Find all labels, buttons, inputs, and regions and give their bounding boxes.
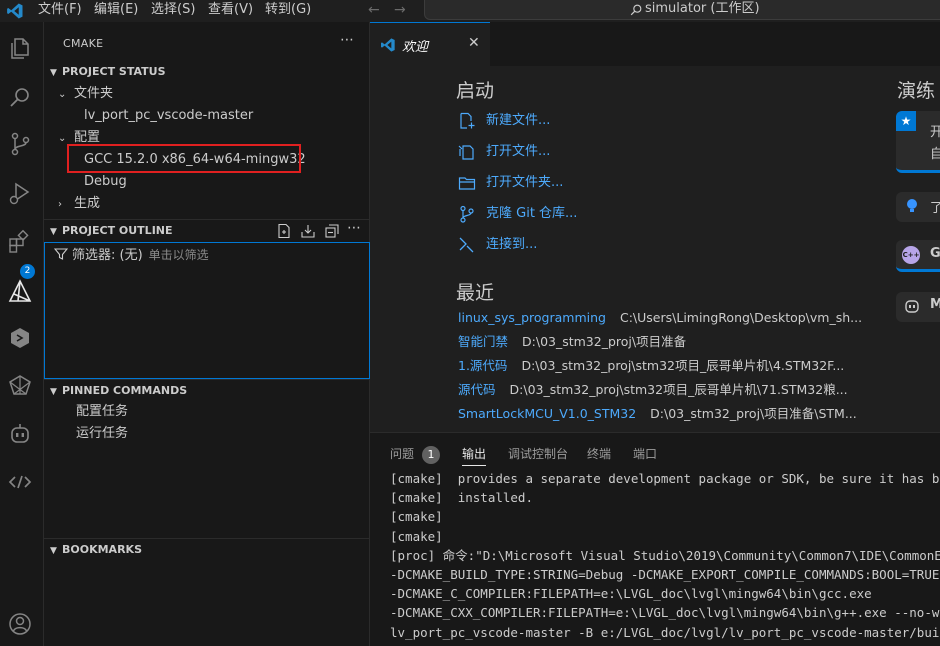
section-project-status[interactable]: ▼ PROJECT STATUS xyxy=(44,61,370,83)
sidebar-title: CMAKE xyxy=(63,37,104,50)
cpp-extension-icon: C++ xyxy=(902,246,920,264)
output-line: [cmake] xyxy=(390,528,443,544)
git-branch-icon xyxy=(460,205,474,223)
welcome-page: 启动 新建文件... 打开文件... 打开文件夹... 克隆 Git 仓库...… xyxy=(370,66,940,432)
problems-count-badge: 1 xyxy=(422,446,441,464)
editor-tab-bar: 欢迎 ✕ xyxy=(370,22,940,66)
search-icon xyxy=(630,4,642,16)
chevron-down-icon: ⌄ xyxy=(58,89,67,100)
output-line: -DCMAKE_BUILD_TYPE:STRING=Debug -DCMAKE_… xyxy=(390,566,940,582)
outline-more-icon[interactable]: ⋯ xyxy=(347,220,361,236)
more-actions-icon[interactable]: ⋯ xyxy=(340,32,354,48)
close-icon[interactable]: ✕ xyxy=(468,35,480,51)
open-file-icon xyxy=(458,145,474,160)
section-project-outline[interactable]: ▼ PROJECT OUTLINE xyxy=(44,220,370,242)
section-pinned-commands[interactable]: ▼ PINNED COMMANDS xyxy=(44,380,370,402)
copilot-robot-icon xyxy=(904,298,920,314)
account-icon[interactable] xyxy=(6,610,34,638)
kit-highlight-annotation xyxy=(67,144,301,173)
title-bar: 文件(F) 编辑(E) 选择(S) 查看(V) 转到(G) ← → simula… xyxy=(0,0,940,22)
start-title: 启动 xyxy=(456,80,495,102)
panel-tab-debug-console[interactable]: 调试控制台 xyxy=(508,445,568,462)
recent-title: 最近 xyxy=(456,282,495,304)
output-line: -DCMAKE_CXX_COMPILER:FILEPATH=e:\LVGL_do… xyxy=(390,605,940,621)
remote-explorer-icon[interactable] xyxy=(6,468,34,496)
pinned-command-run[interactable]: 运行任务 xyxy=(76,423,128,445)
chevron-down-icon: ▼ xyxy=(50,546,57,556)
new-file-icon xyxy=(460,112,475,129)
cmake-icon[interactable] xyxy=(6,277,34,305)
search-activity-icon[interactable] xyxy=(6,84,34,112)
output-line: lv_port_pc_vscode-master -B e:/LVGL_doc/… xyxy=(390,624,940,640)
output-line: [cmake] xyxy=(390,509,443,525)
search-text: simulator (工作区) xyxy=(645,1,760,16)
output-log[interactable]: [cmake] provides a separate development … xyxy=(390,469,940,642)
pinned-command-configure[interactable]: 配置任务 xyxy=(76,401,128,423)
nav-forward-arrow-icon[interactable]: → xyxy=(394,0,406,22)
run-debug-icon[interactable] xyxy=(6,179,34,207)
walkthrough-card-learn[interactable]: 了 xyxy=(896,192,940,222)
panel-tab-terminal[interactable]: 终端 xyxy=(587,445,611,462)
panel-tab-problems[interactable]: 问题 1 xyxy=(390,445,441,464)
command-center-search[interactable]: simulator (工作区) xyxy=(424,0,940,20)
output-line: [cmake] installed. xyxy=(390,490,533,506)
menu-file[interactable]: 文件(F) xyxy=(38,0,82,22)
walkthrough-card-get-started[interactable]: ★ 开 自 xyxy=(896,111,940,173)
copilot-robot-icon[interactable] xyxy=(6,420,34,448)
tab-welcome[interactable]: 欢迎 ✕ xyxy=(370,22,490,66)
star-badge-icon: ★ xyxy=(896,111,916,131)
remote-connect-icon xyxy=(459,237,474,253)
panel-tab-ports[interactable]: 端口 xyxy=(633,445,657,462)
lightbulb-icon xyxy=(906,198,918,214)
nav-back-arrow-icon[interactable]: ← xyxy=(368,0,380,22)
section-bookmarks[interactable]: ▼ BOOKMARKS xyxy=(44,539,370,561)
activity-bar: 2 xyxy=(0,22,44,646)
recent-item[interactable]: linux_sys_programming C:\Users\LimingRong… xyxy=(458,307,862,329)
chevron-down-icon: ▼ xyxy=(50,387,57,397)
explorer-icon[interactable] xyxy=(6,34,34,62)
recent-item[interactable]: 智能门禁 D:\03_stm32_proj\项目准备 xyxy=(458,331,686,353)
output-line: -DCMAKE_C_COMPILER:FILEPATH=e:\LVGL_doc\… xyxy=(390,586,872,602)
recent-item[interactable]: 源代码 D:\03_stm32_proj\stm32项目_辰哥单片机\71.STM… xyxy=(458,379,848,401)
recent-item[interactable]: 1.源代码 D:\03_stm32_proj\stm32项目_辰哥单片机\4.ST… xyxy=(458,355,844,377)
menu-selection[interactable]: 选择(S) xyxy=(151,0,195,22)
walkthrough-card-cpp[interactable]: C++ G xyxy=(896,240,940,272)
chevron-down-icon: ▼ xyxy=(50,68,57,78)
tree-item-folder[interactable]: ⌄ 文件夹 xyxy=(58,83,113,105)
recent-item[interactable]: SmartLockMCU_V1.0_STM32 D:\03_stm32_proj\… xyxy=(458,403,857,425)
tree-item-build-type[interactable]: Debug xyxy=(84,171,127,193)
panel-tab-output[interactable]: 输出 xyxy=(462,445,487,466)
vscode-logo-icon xyxy=(7,3,23,19)
walkthrough-card-copilot[interactable]: M xyxy=(896,292,940,322)
menu-view[interactable]: 查看(V) xyxy=(208,0,253,22)
tree-item-folder-name[interactable]: lv_port_pc_vscode-master xyxy=(84,105,253,127)
cmake-tools-icon[interactable] xyxy=(6,372,34,400)
chevron-right-icon: › xyxy=(58,199,62,210)
filter-icon xyxy=(53,247,69,261)
extensions-icon[interactable] xyxy=(6,228,34,256)
output-panel: 问题 1 输出 调试控制台 终端 端口 [cmake] provides a se… xyxy=(370,432,940,646)
menu-go[interactable]: 转到(G) xyxy=(265,0,311,22)
download-box-icon[interactable] xyxy=(300,223,316,239)
source-control-icon[interactable] xyxy=(6,130,34,158)
output-line: [cmake] provides a separate development … xyxy=(390,471,940,486)
vscode-tab-icon xyxy=(381,38,395,52)
cmake-sidebar: CMAKE ⋯ ▼ PROJECT STATUS ⌄ 文件夹 lv_port_pc_… xyxy=(44,22,370,646)
tree-item-build[interactable]: › 生成 xyxy=(58,193,100,215)
walkthroughs-title: 演练 xyxy=(897,80,936,102)
remote-box-icon[interactable] xyxy=(6,324,34,352)
outline-filter[interactable]: 筛选器: (无) 单击以筛选 xyxy=(53,245,209,265)
output-line: [proc] 命令:"D:\Microsoft Visual Studio\20… xyxy=(390,547,940,563)
tab-label: 欢迎 xyxy=(402,40,429,55)
chevron-down-icon: ▼ xyxy=(50,227,57,237)
new-file-icon[interactable] xyxy=(276,223,292,239)
collapse-all-icon[interactable] xyxy=(324,223,340,239)
menu-edit[interactable]: 编辑(E) xyxy=(94,0,138,22)
folder-icon xyxy=(458,177,476,190)
